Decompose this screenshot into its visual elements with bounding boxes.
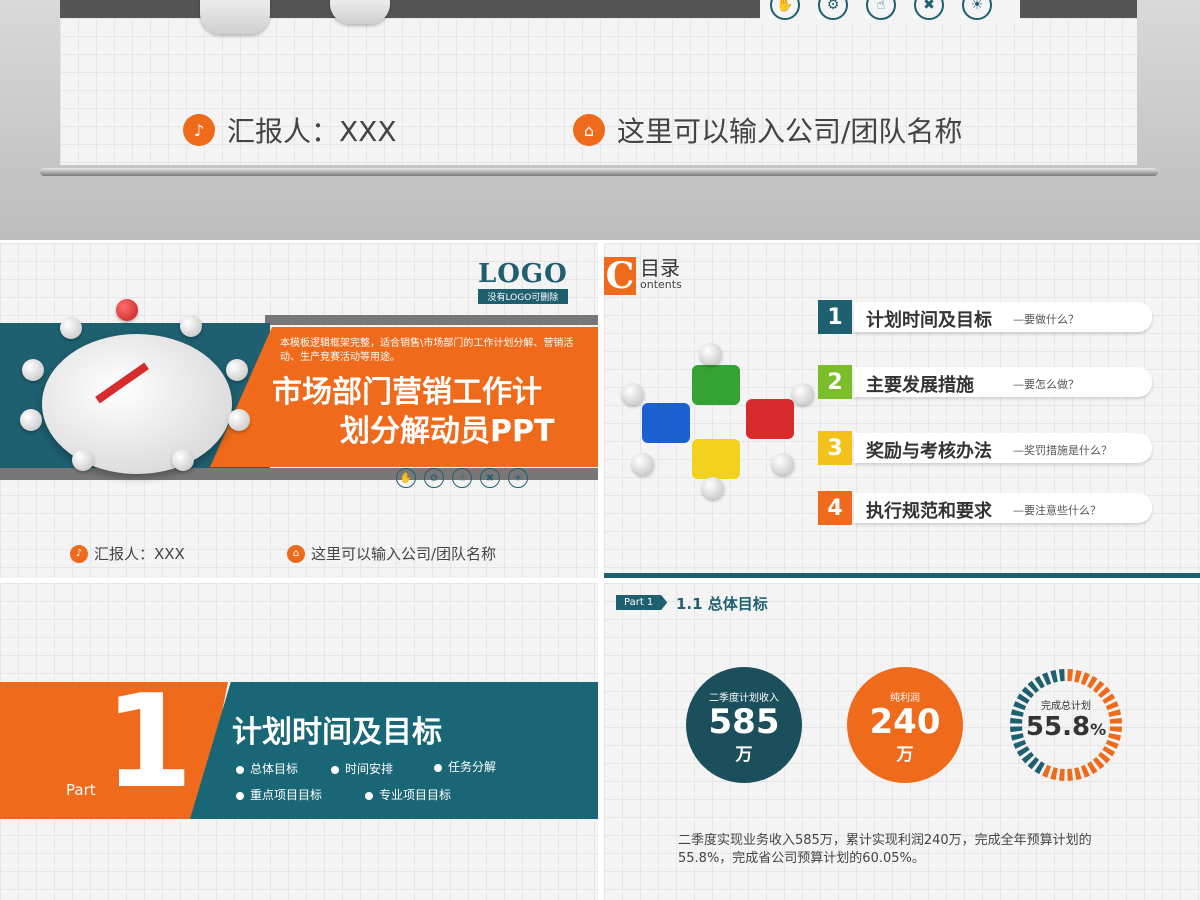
- part-bullet-3: 任务分解: [434, 758, 496, 775]
- toc-item-4[interactable]: 4 执行规范和要求 —要注意些什么？: [818, 491, 1152, 525]
- handshake-icon: ✋: [770, 0, 800, 20]
- income-unit: 万: [735, 745, 753, 765]
- cover-company-text: 这里可以输入公司/团队名称: [311, 545, 497, 563]
- toc-bottom-line: [604, 573, 1200, 578]
- hand-icon: ☝: [452, 468, 472, 488]
- gauge-segment: [1080, 672, 1090, 686]
- tools-icon: ✖: [914, 0, 944, 20]
- toc-c-letter: C: [604, 255, 636, 297]
- cover-icons: ✋ ⚙ ☝ ✖ ☀: [396, 468, 528, 488]
- tools-icon: ✖: [480, 468, 500, 488]
- income-value: 585: [708, 702, 780, 742]
- part-bullet-4: 重点项目目标: [236, 786, 322, 803]
- cover-company: ⌂ 这里可以输入公司/团队名称: [287, 543, 496, 564]
- profit-unit: 万: [896, 745, 914, 765]
- lightbulb-icon: ☀: [508, 468, 528, 488]
- part-bullet-1: 总体目标: [236, 760, 298, 777]
- toc-num-3: 3: [818, 431, 852, 465]
- toc-item-title-3: 奖励与考核办法: [866, 441, 992, 462]
- toc-header: C 目录 ontents: [604, 257, 682, 295]
- part-slide: Part 1 计划时间及目标 总体目标 时间安排 任务分解 重点项目目标 专业项…: [0, 583, 598, 900]
- gauge-segment: [1067, 768, 1074, 781]
- part-title: 计划时间及目标: [232, 715, 442, 750]
- profit-circle: 纯利润 240 万: [847, 667, 963, 783]
- gauge-segment: [1074, 767, 1082, 781]
- top-slide: ✋ ⚙ ☝ ✖ ☀ ♪ 汇报人：XXX ⌂ 这里可以输入公司/团队名称: [0, 0, 1200, 240]
- gauge-segment: [1042, 672, 1052, 686]
- handshake-icon: ✋: [396, 468, 416, 488]
- toc-item-title-2: 主要发展措施: [866, 375, 974, 396]
- gear-icon: ⚙: [818, 0, 848, 20]
- gear-icon: ⚙: [424, 468, 444, 488]
- top-slide-icons: ✋ ⚙ ☝ ✖ ☀: [770, 0, 992, 20]
- cover-description: 本模板逻辑框架完整，适合销售\市场部门的工作计划分解、营销活动、生产竞赛活动等用…: [280, 338, 574, 363]
- top-slide-reporter: ♪ 汇报人：XXX: [183, 110, 397, 150]
- part-bullet-2: 时间安排: [331, 760, 393, 777]
- lightbulb-icon: ☀: [962, 0, 992, 20]
- gauge-segment: [1080, 764, 1090, 778]
- part-label: Part: [66, 781, 96, 799]
- toc-num-1: 1: [818, 300, 852, 334]
- cover-gray-stripe: [265, 315, 598, 325]
- toc-num-4: 4: [818, 491, 852, 525]
- toc-item-sub-4: —要注意些什么？: [1013, 504, 1101, 517]
- gauge-segment: [1067, 669, 1074, 682]
- completion-label: 完成总计划: [1041, 701, 1091, 712]
- goal-description: 二季度实现业务收入585万，累计实现利润240万，完成全年预算计划的55.8%，…: [678, 833, 1092, 866]
- completion-unit: %: [1090, 720, 1107, 739]
- hand-icon: ☝: [866, 0, 896, 20]
- toc-item-sub-3: —奖罚措施是什么？: [1013, 444, 1112, 457]
- cover-reporter: ♪ 汇报人：XXX: [70, 543, 185, 564]
- logo-text: LOGO: [478, 259, 568, 289]
- goal-title: 1.1 总体目标: [676, 595, 768, 613]
- cover-title-line1: 市场部门营销工作计: [272, 375, 542, 410]
- completion-gauge: 完成总计划 55.8%: [1008, 667, 1124, 783]
- toc-title: 目录: [640, 256, 680, 280]
- meeting-table-illustration: [12, 299, 252, 499]
- gauge-segment: [1042, 764, 1052, 778]
- part-number: 1: [104, 668, 194, 817]
- toc-item-title-4: 执行规范和要求: [866, 501, 992, 522]
- income-circle: 二季度计划收入 585 万: [686, 667, 802, 783]
- gauge-segment: [1058, 669, 1065, 682]
- toc-item-sub-1: —要做什么？: [1013, 313, 1079, 326]
- toc-subtitle: ontents: [640, 278, 682, 291]
- home-icon: ⌂: [573, 114, 605, 146]
- puzzle-illustration: [622, 343, 814, 503]
- toc-item-1[interactable]: 1 计划时间及目标 —要做什么？: [818, 300, 1152, 334]
- toc-item-sub-2: —要怎么做？: [1013, 378, 1079, 391]
- cover-title-line2: 划分解动员PPT: [340, 414, 555, 449]
- profit-value: 240: [869, 702, 941, 742]
- gauge-segment: [1050, 767, 1058, 781]
- logo-subtext: 没有LOGO可删除: [478, 289, 568, 304]
- gauge-segment: [1074, 669, 1082, 683]
- gauge-segment: [1050, 669, 1058, 683]
- toc-item-2[interactable]: 2 主要发展措施 —要怎么做？: [818, 365, 1152, 399]
- top-reporter-text: 汇报人：XXX: [227, 115, 397, 148]
- top-slide-rail: [40, 168, 1158, 176]
- gauge-segment: [1058, 768, 1065, 781]
- top-slide-company: ⌂ 这里可以输入公司/团队名称: [573, 110, 962, 150]
- top-company-text: 这里可以输入公司/团队名称: [617, 115, 963, 148]
- top-slide-chairs: [180, 0, 390, 46]
- goal-slide: Part 1 1.1 总体目标 二季度计划收入 585 万 纯利润 240 万 …: [604, 583, 1200, 900]
- part-bullet-5: 专业项目目标: [365, 786, 451, 803]
- microphone-icon: ♪: [183, 114, 215, 146]
- cover-reporter-text: 汇报人：XXX: [94, 545, 185, 563]
- logo: LOGO 没有LOGO可删除: [478, 259, 568, 304]
- toc-item-title-1: 计划时间及目标: [866, 310, 992, 331]
- goal-tag: Part 1: [616, 595, 668, 610]
- toc-slide: C 目录 ontents: [604, 243, 1200, 578]
- toc-item-3[interactable]: 3 奖励与考核办法 —奖罚措施是什么？: [818, 431, 1152, 465]
- home-icon: ⌂: [287, 544, 305, 563]
- microphone-icon: ♪: [70, 544, 88, 563]
- toc-num-2: 2: [818, 365, 852, 399]
- cover-slide: LOGO 没有LOGO可删除 本模板逻辑框架完整，适合销售\市场部门的工作计划分…: [0, 243, 598, 578]
- completion-value: 55.8: [1025, 712, 1091, 742]
